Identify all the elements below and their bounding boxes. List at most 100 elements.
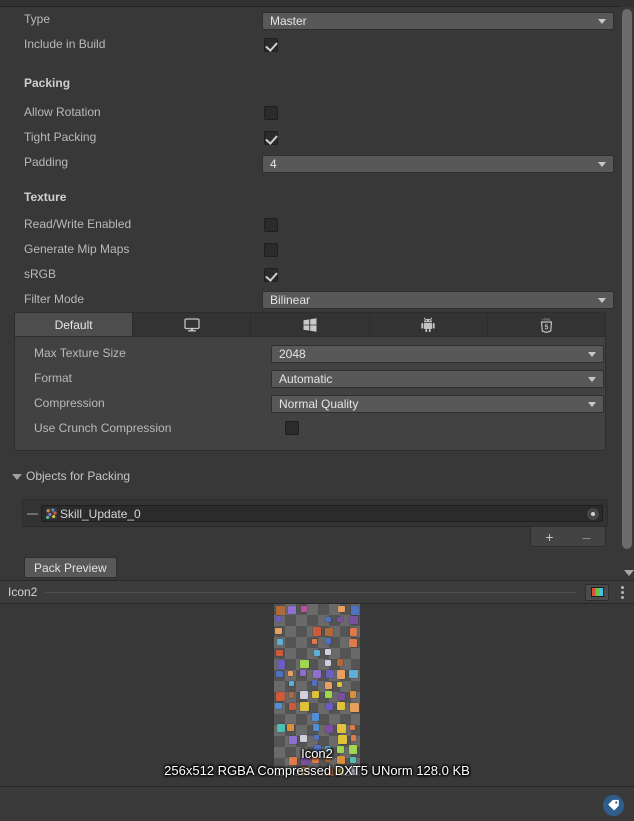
atlas-sprite xyxy=(350,605,360,615)
field-row-type: Type Master xyxy=(0,7,620,32)
svg-text:HTML: HTML xyxy=(542,317,550,321)
window-top-strip xyxy=(0,0,634,7)
atlas-sprite xyxy=(287,724,295,732)
checkbox-generate-mip-maps[interactable] xyxy=(264,243,278,257)
preview-title: Icon2 xyxy=(8,585,38,599)
atlas-sprite xyxy=(336,670,346,680)
atlas-sprite xyxy=(300,735,308,742)
scrollbar-thumb[interactable] xyxy=(622,9,632,549)
asset-label-tag-icon[interactable] xyxy=(603,795,624,816)
tab-default[interactable]: Default xyxy=(15,313,134,336)
atlas-sprite xyxy=(349,669,358,678)
chevron-down-icon xyxy=(598,298,606,303)
atlas-sprite xyxy=(336,681,343,688)
atlas-sprite xyxy=(336,659,344,666)
atlas-sprite xyxy=(325,660,331,666)
chevron-down-icon xyxy=(588,377,596,382)
field-row-format: Format Automatic xyxy=(15,366,605,391)
objects-list-box: Skill_Update_0 xyxy=(22,499,608,527)
html5-icon: HTML 5 xyxy=(540,317,553,333)
rgb-channels-icon[interactable] xyxy=(585,583,609,601)
windows-icon xyxy=(303,317,317,332)
scroll-down-arrow-icon[interactable] xyxy=(624,570,634,576)
section-header-texture: Texture xyxy=(0,186,620,211)
kebab-menu-icon[interactable] xyxy=(615,585,629,599)
pack-preview-button[interactable]: Pack Preview xyxy=(24,557,117,578)
texture-header-label: Texture xyxy=(24,190,67,204)
atlas-sprite xyxy=(276,605,285,615)
atlas-sprite xyxy=(324,724,334,734)
checkbox-include-in-build[interactable] xyxy=(264,38,278,52)
object-field-value: Skill_Update_0 xyxy=(60,506,141,521)
dropdown-max-texture-size-value: 2048 xyxy=(279,347,306,361)
atlas-sprite xyxy=(338,734,348,744)
dropdown-format-value: Automatic xyxy=(279,372,333,386)
atlas-sprite xyxy=(325,628,333,636)
checkbox-srgb[interactable] xyxy=(264,268,278,282)
checkbox-allow-rotation[interactable] xyxy=(264,106,278,120)
atlas-sprite xyxy=(287,605,297,615)
label-format: Format xyxy=(34,371,73,385)
atlas-sprite xyxy=(288,692,295,698)
chevron-down-icon xyxy=(588,352,596,357)
atlas-sprite xyxy=(325,616,332,623)
label-padding: Padding xyxy=(24,155,69,169)
dropdown-compression[interactable]: Normal Quality xyxy=(271,395,604,413)
packing-header-label: Packing xyxy=(24,76,71,90)
dropdown-format[interactable]: Automatic xyxy=(271,370,604,388)
inspector-scroll-area: Type Master Include in Build Packing All… xyxy=(0,7,620,580)
atlas-sprite xyxy=(289,681,295,687)
platform-settings-box: Default HTML 5 Max Texture Size 2048 For… xyxy=(14,312,606,451)
object-field-skill-update-0[interactable]: Skill_Update_0 xyxy=(41,505,603,522)
atlas-sprite xyxy=(275,670,283,678)
unity-inspector-window: Type Master Include in Build Packing All… xyxy=(0,0,634,821)
tab-webgl[interactable]: HTML 5 xyxy=(487,313,606,336)
label-use-crunch-compression: Use Crunch Compression xyxy=(34,421,172,435)
chevron-down-icon xyxy=(12,474,22,480)
list-item[interactable]: Skill_Update_0 xyxy=(23,503,607,524)
header-divider xyxy=(45,591,577,593)
field-row-read-write-enabled: Read/Write Enabled xyxy=(0,212,620,237)
atlas-sprite xyxy=(288,670,294,676)
field-row-use-crunch-compression: Use Crunch Compression xyxy=(15,416,605,441)
tab-android[interactable] xyxy=(369,313,488,336)
foldout-objects-for-packing[interactable]: Objects for Packing xyxy=(0,466,620,488)
field-row-filter-mode: Filter Mode Bilinear xyxy=(0,287,620,312)
checkbox-tight-packing[interactable] xyxy=(264,131,278,145)
field-row-tight-packing: Tight Packing xyxy=(0,125,620,150)
atlas-sprite xyxy=(324,682,332,690)
tab-windows[interactable] xyxy=(251,313,370,336)
field-row-max-texture-size: Max Texture Size 2048 xyxy=(15,341,605,366)
remove-button[interactable]: – xyxy=(568,530,605,544)
atlas-sprite xyxy=(276,638,284,646)
atlas-sprite xyxy=(349,639,358,648)
label-srgb: sRGB xyxy=(24,267,57,281)
dropdown-filter-mode[interactable]: Bilinear xyxy=(262,291,614,309)
vertical-scrollbar[interactable] xyxy=(620,7,634,580)
platform-tab-bar: Default HTML 5 xyxy=(15,313,606,337)
atlas-sprite xyxy=(288,735,297,744)
field-row-padding: Padding 4 xyxy=(0,150,620,175)
atlas-sprite xyxy=(275,628,282,635)
field-row-generate-mip-maps: Generate Mip Maps xyxy=(0,237,620,262)
add-button[interactable]: + xyxy=(531,530,568,544)
label-allow-rotation: Allow Rotation xyxy=(24,105,101,119)
field-row-compression: Compression Normal Quality xyxy=(15,391,605,416)
label-type: Type xyxy=(24,12,51,26)
foldout-label: Objects for Packing xyxy=(26,469,131,483)
checkbox-read-write-enabled[interactable] xyxy=(264,218,278,232)
dropdown-max-texture-size[interactable]: 2048 xyxy=(271,345,604,363)
object-picker-icon[interactable] xyxy=(586,507,600,521)
tab-standalone[interactable] xyxy=(133,313,252,336)
atlas-sprite xyxy=(312,638,318,644)
dropdown-type[interactable]: Master xyxy=(262,12,614,30)
atlas-sprite xyxy=(312,723,320,731)
drag-handle-icon[interactable] xyxy=(23,512,41,515)
checkbox-use-crunch-compression[interactable] xyxy=(285,421,299,435)
dropdown-padding[interactable]: 4 xyxy=(262,155,614,173)
atlas-sprite xyxy=(350,735,357,742)
chevron-down-icon xyxy=(598,162,606,167)
atlas-sprite xyxy=(312,627,322,636)
atlas-sprite xyxy=(349,691,357,698)
chevron-down-icon xyxy=(588,402,596,407)
